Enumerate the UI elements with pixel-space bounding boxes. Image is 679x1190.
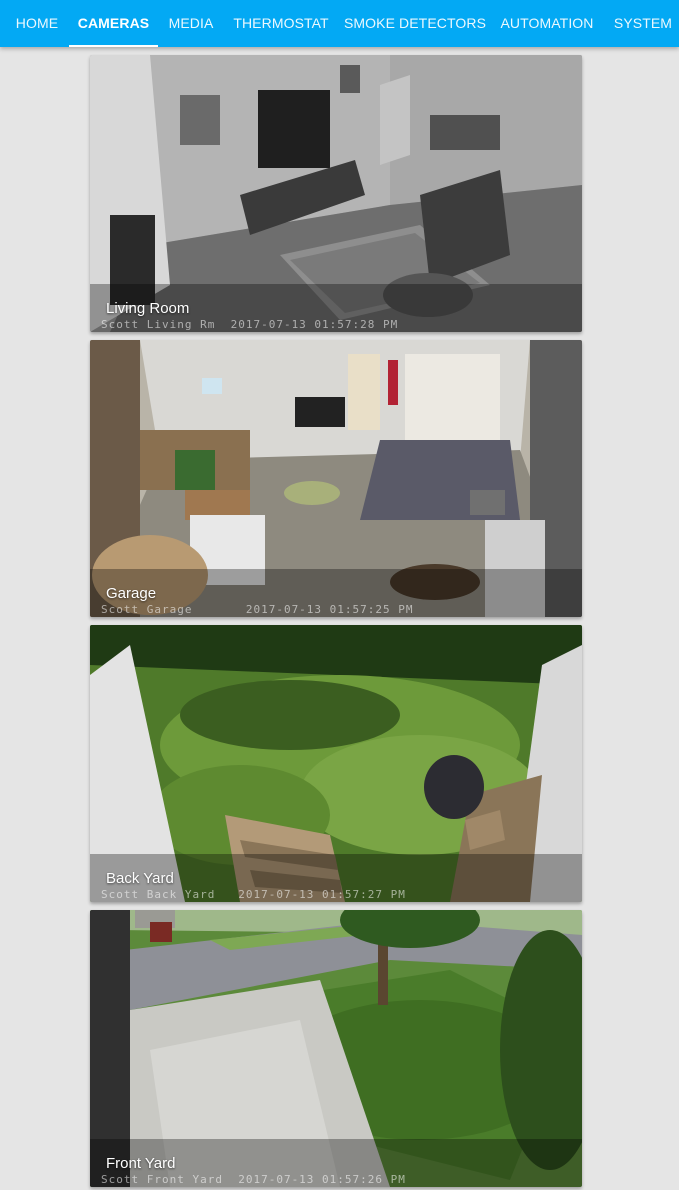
tab-automation[interactable]: AUTOMATION xyxy=(492,0,602,47)
camera-timestamp-overlay: Scott Back Yard 2017-07-13 01:57:27 PM xyxy=(101,888,406,901)
camera-caption: Front Yard Scott Front Yard 2017-07-13 0… xyxy=(90,1139,582,1187)
camera-caption: Garage Scott Garage 2017-07-13 01:57:25 … xyxy=(90,569,582,617)
camera-timestamp-overlay: Scott Living Rm 2017-07-13 01:57:28 PM xyxy=(101,318,399,331)
camera-name: Front Yard xyxy=(106,1155,176,1172)
camera-name: Garage xyxy=(106,585,157,602)
camera-card-garage[interactable]: Garage Scott Garage 2017-07-13 01:57:25 … xyxy=(90,340,582,617)
camera-card-front-yard[interactable]: Front Yard Scott Front Yard 2017-07-13 0… xyxy=(90,910,582,1187)
tab-smoke-detectors[interactable]: SMOKE DETECTORS xyxy=(338,0,492,47)
camera-name: Back Yard xyxy=(106,870,174,887)
camera-card-living-room[interactable]: Living Room Scott Living Rm 2017-07-13 0… xyxy=(90,55,582,332)
camera-timestamp-overlay: Scott Garage 2017-07-13 01:57:25 PM xyxy=(101,603,414,616)
camera-timestamp-overlay: Scott Front Yard 2017-07-13 01:57:26 PM xyxy=(101,1173,406,1186)
camera-caption: Living Room Scott Living Rm 2017-07-13 0… xyxy=(90,284,582,332)
tab-media[interactable]: MEDIA xyxy=(158,0,224,47)
tab-cameras[interactable]: CAMERAS xyxy=(69,0,158,47)
camera-card-back-yard[interactable]: Back Yard Scott Back Yard 2017-07-13 01:… xyxy=(90,625,582,902)
camera-name: Living Room xyxy=(106,300,190,317)
tab-system[interactable]: SYSTEM xyxy=(602,0,679,47)
tab-thermostat[interactable]: THERMOSTAT xyxy=(224,0,338,47)
tab-bar: HOME CAMERAS MEDIA THERMOSTAT SMOKE DETE… xyxy=(0,0,679,47)
tab-home[interactable]: HOME xyxy=(5,0,69,47)
camera-caption: Back Yard Scott Back Yard 2017-07-13 01:… xyxy=(90,854,582,902)
